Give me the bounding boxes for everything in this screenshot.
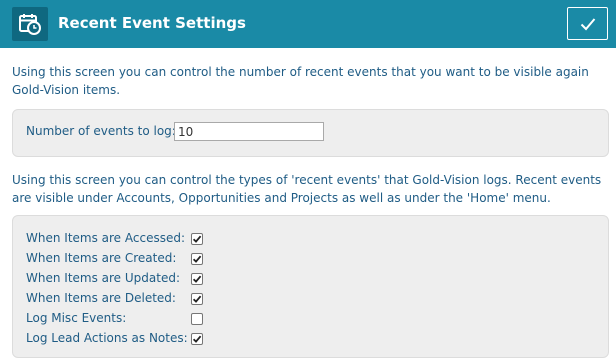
option-label-misc-events: Log Misc Events: (26, 311, 127, 325)
checkbox-misc-events[interactable] (191, 313, 203, 325)
intro-text-count: Using this screen you can control the nu… (12, 65, 589, 97)
events-to-log-input[interactable] (174, 122, 324, 141)
checkmark-icon (192, 295, 202, 303)
checkbox-created[interactable] (191, 253, 203, 265)
page-title: Recent Event Settings (58, 14, 246, 32)
option-label-accessed: When Items are Accessed: (26, 231, 185, 245)
check-icon (580, 18, 596, 31)
events-to-log-label: Number of events to log: (26, 124, 176, 138)
checkmark-icon (192, 255, 202, 263)
calendar-clock-icon (12, 7, 48, 41)
option-label-deleted: When Items are Deleted: (26, 291, 176, 305)
intro-text-types: Using this screen you can control the ty… (12, 173, 602, 205)
checkbox-deleted[interactable] (191, 293, 203, 305)
events-count-panel: Number of events to log: (12, 109, 609, 157)
checkbox-updated[interactable] (191, 273, 203, 285)
checkbox-lead-actions-notes[interactable] (191, 333, 203, 345)
checkmark-icon (192, 275, 202, 283)
event-types-panel: When Items are Accessed: When Items are C… (12, 215, 609, 358)
checkmark-icon (192, 335, 202, 343)
checkbox-accessed[interactable] (191, 233, 203, 245)
confirm-button[interactable] (567, 7, 608, 40)
checkmark-icon (192, 235, 202, 243)
option-label-created: When Items are Created: (26, 251, 177, 265)
option-label-updated: When Items are Updated: (26, 271, 180, 285)
header-bar: Recent Event Settings (0, 0, 616, 48)
option-label-lead-actions-notes: Log Lead Actions as Notes: (26, 331, 188, 345)
